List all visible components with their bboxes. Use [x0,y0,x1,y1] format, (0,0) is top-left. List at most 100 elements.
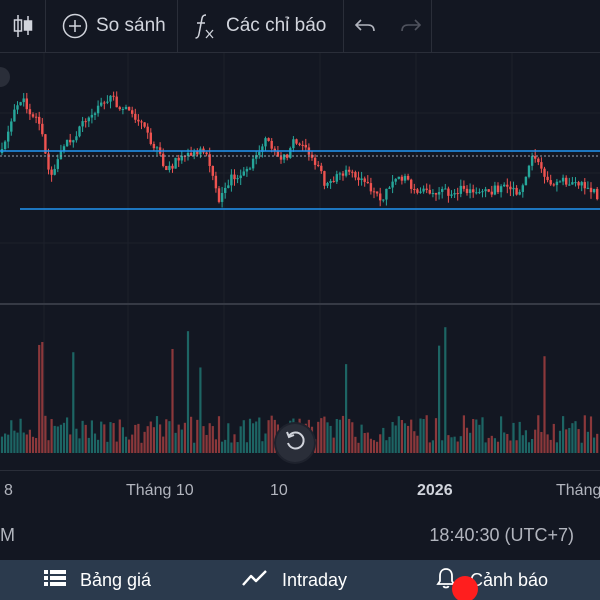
volume-bar [128,439,131,453]
candle-body [93,113,97,115]
candle-body [103,102,106,104]
candle-body [509,186,512,190]
candle-body [555,181,559,186]
candle-body [298,143,301,145]
candle-body [499,186,503,193]
candle-body [583,182,586,189]
volume-bar [242,420,245,453]
volume-bar [403,423,407,453]
price-chart-canvas [0,53,600,453]
volume-bar [369,438,372,453]
volume-bar [323,416,326,453]
candle-body [245,168,249,172]
candle-body [527,165,531,177]
candle-body [50,169,53,175]
indicators-button[interactable]: Các chỉ báo [178,0,344,53]
candle-body [112,95,115,97]
volume-bar [376,441,379,453]
trend-line-icon [242,569,268,592]
volume-bar [72,352,75,453]
candle-body [134,113,137,120]
volume-bar [490,435,493,453]
time-axis[interactable]: 8 Tháng 10 10 2026 Tháng [0,470,600,510]
candle-body [428,189,431,194]
candle-body [512,187,515,190]
candle-body [422,188,425,192]
price-chart[interactable] [0,53,600,470]
candle-body [317,164,320,166]
candle-body [462,185,466,189]
compare-button[interactable]: So sánh [46,0,178,53]
volume-bar [22,432,25,453]
undo-icon[interactable] [354,17,376,35]
volume-bar [425,415,428,453]
volume-bar [410,419,413,453]
volume-bar [543,356,546,453]
candle-body [171,165,174,169]
volume-bar [258,417,261,453]
candle-body [447,188,450,196]
volume-bar [7,434,10,453]
volume-bar [348,418,351,453]
candle-body [16,105,19,110]
candle-body [38,116,41,124]
volume-bar [115,441,118,453]
candle-body [131,110,134,114]
volume-bar [565,429,568,453]
candle-body [227,185,230,188]
volume-bar [56,426,59,453]
volume-bar [19,418,22,453]
volume-bar [239,426,242,453]
volume-bar [261,441,264,453]
candle-body [580,182,583,186]
candle-body [515,187,518,195]
volume-bar [537,415,540,453]
candle-body [397,176,400,179]
volume-bar [521,435,524,453]
candle-body [320,165,323,172]
volume-bar [199,367,202,453]
volume-bar [397,416,400,453]
candle-body [72,140,75,143]
volume-bar [351,422,354,453]
chart-grid [0,53,600,453]
volume-bar [475,419,478,453]
time-tick: 10 [270,482,288,499]
volume-bar [100,421,103,453]
candle-body [292,139,295,149]
volume-bar [320,418,323,453]
volume-bar [558,430,562,453]
volume-bar [137,423,140,453]
volume-bar [38,344,41,453]
timeframe-label[interactable]: M [0,525,15,546]
volume-bar [444,327,447,453]
volume-bar [75,428,78,453]
volume-bar [562,416,565,453]
candle-body [444,188,447,190]
volume-bar [174,432,177,453]
volume-bar [385,440,388,453]
candle-body [478,192,481,194]
volume-bar [453,436,456,453]
candle-body [596,188,599,200]
intraday-button[interactable]: Intraday [242,560,347,600]
volume-bar [13,430,16,453]
clock-readout[interactable]: 18:40:30 (UTC+7) [429,525,574,546]
candle-body [391,181,394,188]
candle-body [335,174,338,182]
intraday-label: Intraday [282,569,348,590]
volume-bar [465,427,469,453]
price-board-button[interactable]: Bảng giá [44,560,151,600]
volume-bar [35,438,38,453]
volume-bar [134,424,137,453]
candle-body [472,189,475,193]
redo-icon[interactable] [400,17,422,35]
volume-bar [152,427,155,453]
volume-bar [217,416,221,453]
candle-body [69,139,72,143]
candle-body [13,109,16,122]
volume-bar [214,439,217,453]
reset-chart-button[interactable] [276,424,314,462]
chart-type-button[interactable] [0,0,46,53]
volume-bar [354,436,357,453]
